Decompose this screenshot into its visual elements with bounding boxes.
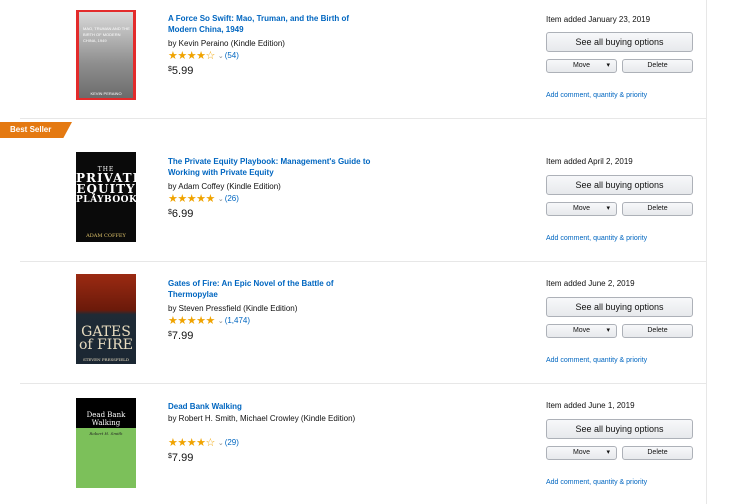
rating-count[interactable]: (54) — [225, 51, 239, 60]
cover-text: MAO, TRUMAN AND THE BIRTH OF MODERN CHIN… — [83, 26, 130, 43]
price: $5.99 — [168, 65, 194, 77]
delete-button[interactable]: Delete — [622, 446, 693, 460]
chevron-down-icon: ⌄ — [217, 53, 224, 60]
price: $6.99 — [168, 208, 194, 220]
see-buying-options-button[interactable]: See all buying options — [546, 175, 693, 195]
add-comment-link[interactable]: Add comment, quantity & priority — [546, 357, 647, 364]
rating-count[interactable]: (1,474) — [225, 316, 250, 325]
right-divider — [706, 0, 707, 504]
chevron-down-icon: ▾ — [606, 62, 610, 69]
cover-author: KEVIN PERAINO — [90, 91, 122, 96]
rating[interactable]: ★★★★★ ⌄(1,474) — [168, 315, 250, 327]
chevron-down-icon: ▾ — [606, 327, 610, 334]
book-title-link[interactable]: Dead Bank Walking — [168, 401, 373, 412]
best-seller-badge: Best Seller — [0, 122, 72, 138]
book-title-link[interactable]: The Private Equity Playbook: Management'… — [168, 156, 373, 178]
rating[interactable]: ★★★★☆ ⌄(54) — [168, 50, 239, 62]
book-author: by Kevin Peraino (Kindle Edition) — [168, 39, 285, 48]
move-dropdown[interactable]: Move ▾ — [546, 59, 617, 73]
item-added-date: Item added June 2, 2019 — [546, 279, 635, 288]
list-item: THE PRIVATE EQUITY PLAYBOOK ADAM COFFEY … — [0, 140, 706, 260]
book-title-link[interactable]: Gates of Fire: An Epic Novel of the Batt… — [168, 278, 373, 300]
see-buying-options-button[interactable]: See all buying options — [546, 419, 693, 439]
delete-button[interactable]: Delete — [622, 324, 693, 338]
book-author: by Robert H. Smith, Michael Crowley (Kin… — [168, 414, 356, 423]
book-cover[interactable]: GATES of FIRE STEVEN PRESSFIELD — [76, 274, 136, 364]
book-title-link[interactable]: A Force So Swift: Mao, Truman, and the B… — [168, 13, 373, 35]
see-buying-options-button[interactable]: See all buying options — [546, 297, 693, 317]
rating-count[interactable]: (29) — [225, 438, 239, 447]
rating[interactable]: ★★★★★ ⌄(26) — [168, 193, 239, 205]
book-author: by Steven Pressfield (Kindle Edition) — [168, 304, 298, 313]
item-added-date: Item added June 1, 2019 — [546, 401, 635, 410]
move-dropdown[interactable]: Move ▾ — [546, 446, 617, 460]
book-author: by Adam Coffey (Kindle Edition) — [168, 182, 281, 191]
item-added-date: Item added April 2, 2019 — [546, 157, 633, 166]
delete-button[interactable]: Delete — [622, 202, 693, 216]
add-comment-link[interactable]: Add comment, quantity & priority — [546, 92, 647, 99]
move-dropdown[interactable]: Move ▾ — [546, 202, 617, 216]
star-rating-icon: ★★★★☆ — [168, 50, 215, 62]
see-buying-options-button[interactable]: See all buying options — [546, 32, 693, 52]
list-item: MAO, TRUMAN AND THE BIRTH OF MODERN CHIN… — [0, 0, 706, 118]
chevron-down-icon: ⌄ — [217, 318, 224, 325]
rating[interactable]: ★★★★☆ ⌄(29) — [168, 437, 239, 449]
star-rating-icon: ★★★★★ — [168, 315, 215, 327]
book-cover[interactable]: MAO, TRUMAN AND THE BIRTH OF MODERN CHIN… — [76, 10, 136, 100]
star-rating-icon: ★★★★★ — [168, 193, 215, 205]
price: $7.99 — [168, 452, 194, 464]
divider — [20, 118, 706, 119]
list-item: GATES of FIRE STEVEN PRESSFIELD Gates of … — [0, 262, 706, 382]
list-item: Dead Bank Walking Robert H. Smith Dead Ba… — [0, 384, 706, 504]
move-dropdown[interactable]: Move ▾ — [546, 324, 617, 338]
add-comment-link[interactable]: Add comment, quantity & priority — [546, 235, 647, 242]
book-cover[interactable]: Dead Bank Walking Robert H. Smith — [76, 398, 136, 488]
add-comment-link[interactable]: Add comment, quantity & priority — [546, 479, 647, 486]
chevron-down-icon: ⌄ — [217, 196, 224, 203]
star-rating-icon: ★★★★☆ — [168, 437, 215, 449]
chevron-down-icon: ▾ — [606, 449, 610, 456]
item-added-date: Item added January 23, 2019 — [546, 15, 651, 24]
price: $7.99 — [168, 330, 194, 342]
chevron-down-icon: ⌄ — [217, 440, 224, 447]
delete-button[interactable]: Delete — [622, 59, 693, 73]
chevron-down-icon: ▾ — [606, 205, 610, 212]
book-cover[interactable]: THE PRIVATE EQUITY PLAYBOOK ADAM COFFEY — [76, 152, 136, 242]
rating-count[interactable]: (26) — [225, 194, 239, 203]
